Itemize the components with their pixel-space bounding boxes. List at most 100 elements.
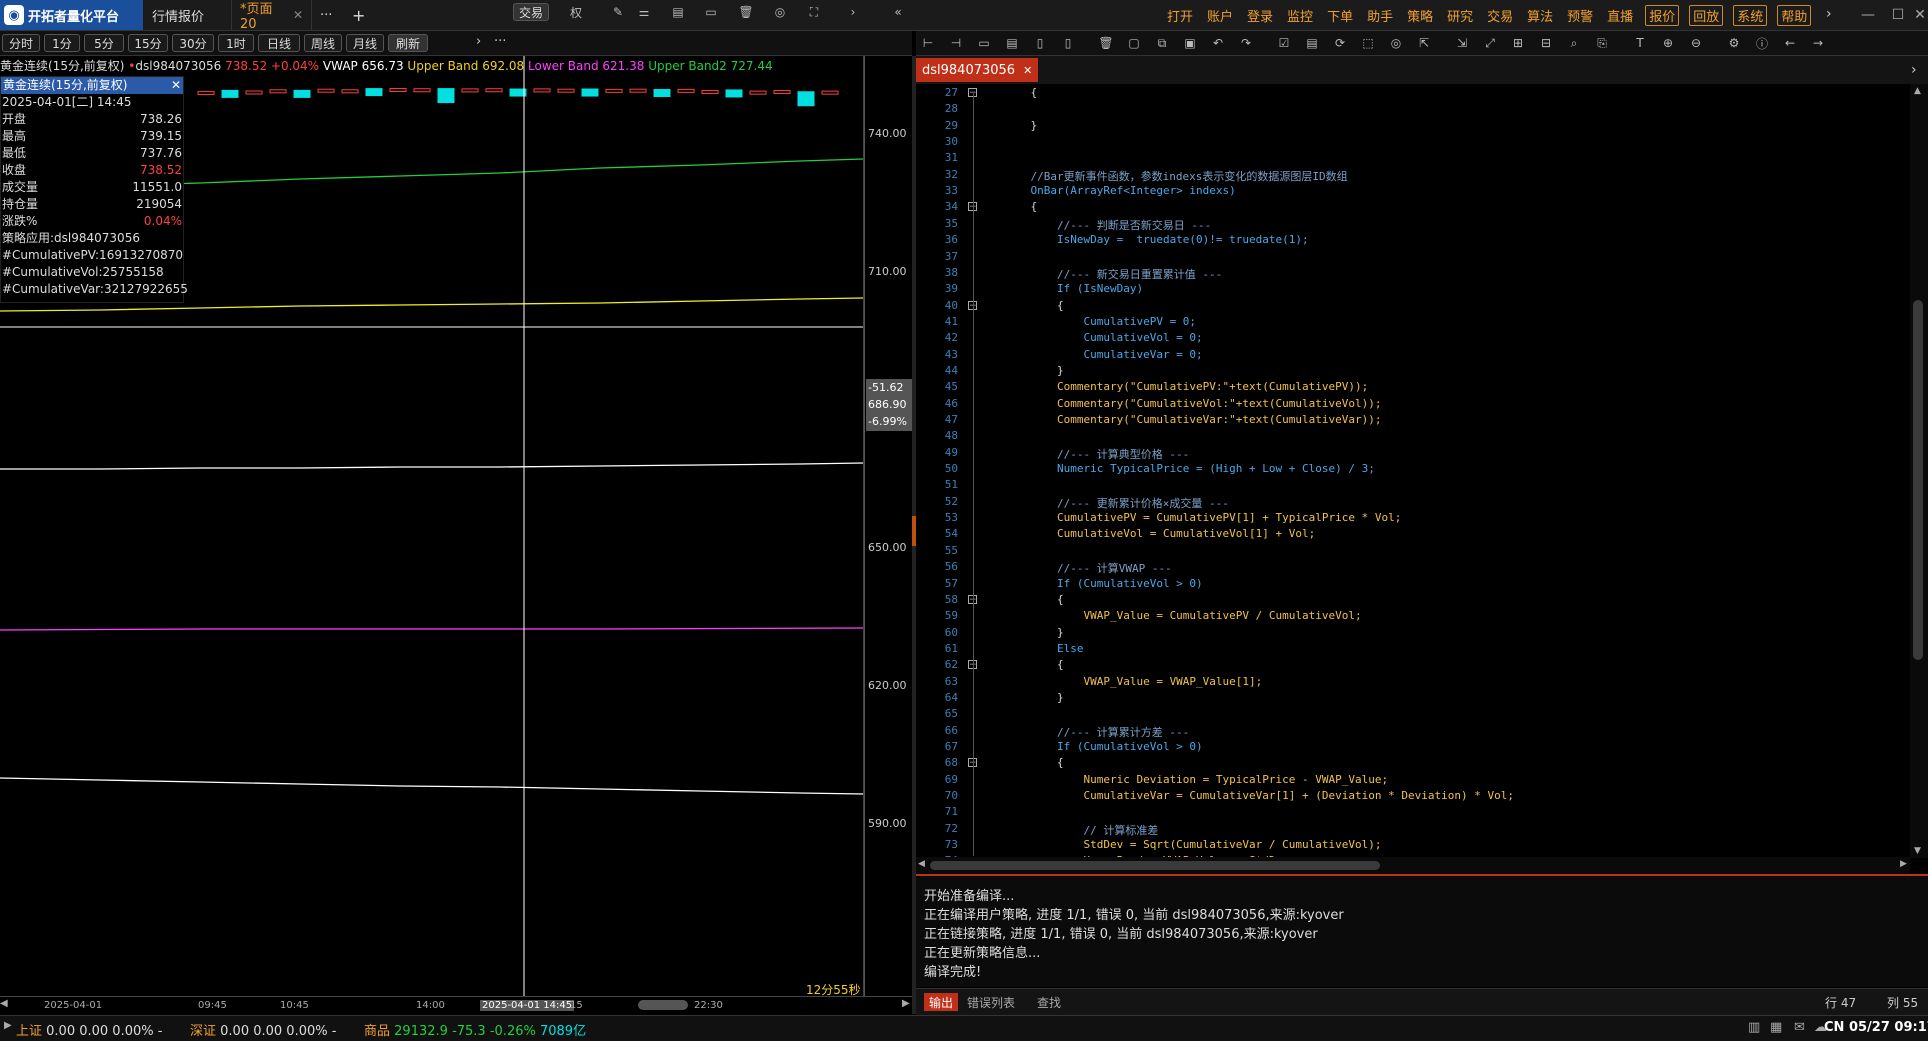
menu-item[interactable]: 预警 bbox=[1565, 5, 1595, 26]
doc-icon[interactable]: ▤ bbox=[1304, 35, 1320, 51]
menu-item[interactable]: 打开 bbox=[1165, 5, 1195, 26]
output-divider[interactable] bbox=[916, 874, 1928, 876]
menu-item[interactable]: 下单 bbox=[1325, 5, 1355, 26]
chevron-right-icon[interactable]: › bbox=[1911, 62, 1917, 78]
menu-item[interactable]: 算法 bbox=[1525, 5, 1555, 26]
rights-adjust-button[interactable]: 权 bbox=[568, 4, 584, 20]
tab-error-list[interactable]: 错误列表 bbox=[962, 993, 1020, 1011]
trash-icon[interactable]: 🗑 bbox=[1098, 35, 1114, 51]
code-line[interactable]: CumulativePV = CumulativePV[1] + Typical… bbox=[1004, 511, 1401, 524]
code-line[interactable]: { bbox=[1004, 756, 1064, 769]
open-folder-icon[interactable]: ▤ bbox=[1004, 35, 1020, 51]
chat-icon[interactable]: ✉ bbox=[1794, 1020, 1805, 1035]
code-line[interactable]: CumulativeVol = 0; bbox=[1004, 331, 1202, 344]
close-icon[interactable]: ✕ bbox=[293, 8, 303, 22]
text-icon[interactable]: T bbox=[1632, 35, 1648, 51]
editor-vscroll-thumb[interactable] bbox=[1913, 300, 1923, 660]
index-sh[interactable]: 上证 0.00 0.00 0.00% - bbox=[16, 1020, 162, 1039]
period-button[interactable]: 日线 bbox=[258, 34, 300, 52]
settings-sliders-icon[interactable]: ⚌ bbox=[636, 4, 652, 20]
save-icon[interactable]: ▯ bbox=[1032, 35, 1048, 51]
code-line[interactable]: OnBar(ArrayRef<Integer> indexs) bbox=[1004, 184, 1235, 197]
code-line[interactable]: Commentary("CumulativeVol:"+text(Cumulat… bbox=[1004, 397, 1382, 410]
book-icon[interactable]: ▥ bbox=[1748, 1020, 1760, 1035]
code-line[interactable]: If (IsNewDay) bbox=[1004, 282, 1143, 295]
tab-more-button[interactable]: ··· bbox=[312, 0, 344, 30]
chevron-right-icon[interactable]: › bbox=[845, 4, 861, 20]
arrow-left-icon[interactable]: ← bbox=[1782, 35, 1798, 51]
expand-icon[interactable]: ⤢ bbox=[1482, 35, 1498, 51]
app-logo[interactable]: ◉ 开拓者量化平台 bbox=[0, 0, 143, 30]
code-line[interactable]: } bbox=[1004, 626, 1064, 639]
code-line[interactable]: VWAP_Value = CumulativePV / CumulativeVo… bbox=[1004, 609, 1361, 622]
trash-icon[interactable]: 🗑 bbox=[738, 4, 754, 20]
zoom-in-icon[interactable]: ⊕ bbox=[1660, 35, 1676, 51]
menu-item[interactable]: 直播 bbox=[1605, 5, 1635, 26]
code-line[interactable]: Commentary("CumulativeVar:"+text(Cumulat… bbox=[1004, 413, 1382, 426]
import-icon[interactable]: ⇱ bbox=[1416, 35, 1432, 51]
undo-icon[interactable]: ↶ bbox=[1210, 35, 1226, 51]
code-line[interactable]: } bbox=[1004, 119, 1037, 132]
grid-icon[interactable]: ⊞ bbox=[1510, 35, 1526, 51]
code-line[interactable]: CumulativeVar = CumulativeVar[1] + (Devi… bbox=[1004, 789, 1513, 802]
period-button[interactable]: 周线 bbox=[304, 34, 342, 52]
code-line[interactable]: Numeric TypicalPrice = (High + Low + Clo… bbox=[1004, 462, 1375, 475]
code-line[interactable]: } bbox=[1004, 691, 1064, 704]
folder-icon[interactable]: ▭ bbox=[976, 35, 992, 51]
period-button[interactable]: 5分 bbox=[84, 34, 124, 52]
menu-item[interactable]: 系统 bbox=[1733, 4, 1768, 26]
code-line[interactable]: IsNewDay = truedate(0)!= truedate(1); bbox=[1004, 233, 1309, 246]
play-icon[interactable]: ▶ bbox=[4, 1020, 12, 1031]
menu-item[interactable]: 助手 bbox=[1365, 5, 1395, 26]
period-button[interactable]: 刷新 bbox=[388, 34, 428, 52]
save-all-icon[interactable]: ▯ bbox=[1060, 35, 1076, 51]
editor-tab[interactable]: dsl984073056 ✕ bbox=[916, 58, 1039, 82]
code-line[interactable]: //--- 新交易日重置累计值 --- bbox=[1004, 266, 1222, 282]
code-editor[interactable]: 27 {−2829 }303132 //Bar更新事件函数，参数indexs表示… bbox=[916, 84, 1910, 857]
tab-output[interactable]: 输出 bbox=[924, 993, 959, 1011]
chevron-right-icon[interactable]: › bbox=[476, 34, 481, 49]
menu-item[interactable]: 交易 bbox=[1485, 5, 1515, 26]
code-line[interactable]: StdDev = Sqrt(CumulativeVar / Cumulative… bbox=[1004, 838, 1381, 851]
menu-item[interactable]: 账户 bbox=[1205, 5, 1235, 26]
code-line[interactable]: CumulativePV = 0; bbox=[1004, 315, 1196, 328]
scroll-left-icon[interactable]: ◀ bbox=[918, 859, 925, 869]
code-line[interactable]: Else bbox=[1004, 642, 1084, 655]
close-window-button[interactable]: ✕ bbox=[1900, 0, 1928, 30]
code-line[interactable]: //--- 计算VWAP --- bbox=[1004, 560, 1172, 576]
menu-item[interactable]: 回放 bbox=[1689, 4, 1724, 26]
editor-hscroll-thumb[interactable] bbox=[930, 861, 1380, 870]
scroll-right-icon[interactable]: ▶ bbox=[902, 998, 910, 1009]
scroll-down-icon[interactable]: ▼ bbox=[1914, 846, 1921, 856]
code-line[interactable]: } bbox=[1004, 364, 1064, 377]
period-button[interactable]: 15分 bbox=[128, 34, 168, 52]
more-tools-button[interactable]: ··· bbox=[494, 34, 506, 49]
index-sz[interactable]: 深证 0.00 0.00 0.00% - bbox=[190, 1020, 336, 1039]
collapse-left-icon[interactable]: « bbox=[890, 4, 906, 20]
code-line[interactable]: // 计算标准差 bbox=[1004, 822, 1158, 838]
scroll-up-icon[interactable]: ▲ bbox=[1914, 86, 1921, 96]
insert-col-icon[interactable]: ⊣ bbox=[948, 35, 964, 51]
add-tab-button[interactable]: + bbox=[344, 0, 374, 30]
code-line[interactable]: //--- 计算累计方差 --- bbox=[1004, 724, 1189, 740]
info-icon[interactable]: ⓘ bbox=[1754, 35, 1770, 51]
code-line[interactable]: //--- 更新累计价格×成交量 --- bbox=[1004, 495, 1229, 511]
doc-icon[interactable]: ▤ bbox=[670, 4, 686, 20]
close-icon[interactable]: ✕ bbox=[171, 77, 181, 94]
fullscreen-icon[interactable]: ⛶ bbox=[806, 4, 822, 20]
code-line[interactable]: CumulativeVol = CumulativeVol[1] + Vol; bbox=[1004, 527, 1315, 540]
code-line[interactable]: Commentary("CumulativePV:"+text(Cumulati… bbox=[1004, 380, 1368, 393]
code-line[interactable]: //--- 计算典型价格 --- bbox=[1004, 446, 1189, 462]
code-line[interactable]: { bbox=[1004, 86, 1037, 99]
tab-page20[interactable]: *页面20 ✕ bbox=[232, 0, 312, 32]
code-line[interactable]: { bbox=[1004, 299, 1064, 312]
code-line[interactable]: If (CumulativeVol > 0) bbox=[1004, 740, 1203, 753]
menu-item[interactable]: 策略 bbox=[1405, 5, 1435, 26]
export-icon[interactable]: ⇲ bbox=[1454, 35, 1470, 51]
tab-quotes[interactable]: 行情报价 bbox=[144, 0, 232, 30]
target-icon[interactable]: ◎ bbox=[1388, 35, 1404, 51]
menu-item[interactable]: 监控 bbox=[1285, 5, 1315, 26]
menu-item[interactable]: 研究 bbox=[1445, 5, 1475, 26]
refresh-icon[interactable]: ⟳ bbox=[1332, 35, 1348, 51]
replace-icon[interactable]: ⎘ bbox=[1594, 35, 1610, 51]
